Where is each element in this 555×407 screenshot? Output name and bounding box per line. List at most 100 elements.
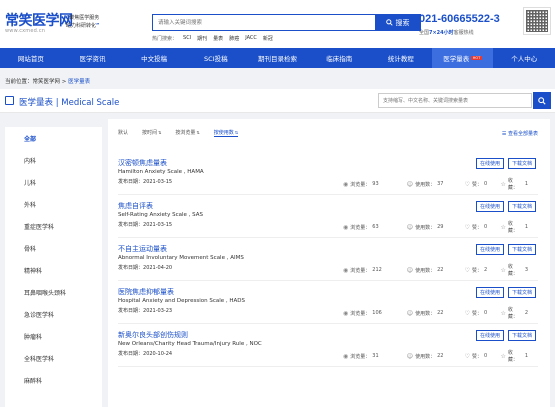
main-search-input[interactable] — [153, 15, 376, 30]
favs-label: 收藏： — [507, 178, 518, 191]
hot-term[interactable]: JACC — [245, 35, 257, 42]
hot-term[interactable]: SCI — [183, 35, 191, 42]
hot-label: 热门搜索： — [152, 36, 178, 42]
like-count[interactable]: ♡ 赞： 0 — [465, 220, 491, 234]
scale-english-name: Hamilton Anxiety Scale , HAMA — [118, 169, 204, 175]
hot-term[interactable]: 新冠 — [263, 35, 273, 42]
like-count[interactable]: ♡ 赞： 0 — [465, 177, 491, 191]
scale-search-input[interactable] — [379, 94, 529, 107]
download-doc-button[interactable]: 下载文档 — [508, 158, 536, 169]
sidebar-item-pediatrics[interactable]: 儿科 — [5, 171, 102, 193]
sidebar-item-oncology[interactable]: 肿瘤科 — [5, 325, 102, 347]
hot-term[interactable]: 量表 — [213, 35, 223, 42]
sidebar-item-general[interactable]: 全科医学科 — [5, 347, 102, 369]
download-doc-button[interactable]: 下载文档 — [508, 287, 536, 298]
uses-label: 使用数： — [415, 267, 436, 274]
view-all-label: 查看全部量表 — [507, 131, 538, 137]
scale-search-button[interactable] — [533, 92, 551, 109]
scale-stats: ◉ 浏览量： 63 ☺ 使用数： 29 ♡ 赞： 0 ☆ 收藏： 1 — [343, 220, 538, 234]
favs-label: 收藏： — [507, 221, 518, 234]
eye-icon: ◉ — [343, 309, 349, 317]
scale-item: 新奥尔良头部创伤规则 New Orleans/Charity Head Trau… — [118, 330, 538, 367]
view-all-link[interactable]: ☰ 查看全部量表 — [502, 130, 538, 137]
breadcrumb-prefix: 当前位置： — [5, 79, 33, 85]
nav-item-home[interactable]: 网站首页 — [0, 48, 62, 68]
sidebar-item-surgery[interactable]: 外科 — [5, 193, 102, 215]
sort-uses[interactable]: 按使用数⇅ — [213, 129, 239, 137]
sidebar-item-orthopedics[interactable]: 骨科 — [5, 237, 102, 259]
views-value: 106 — [372, 310, 382, 316]
fav-count[interactable]: ☆ 收藏： 2 — [501, 306, 528, 320]
breadcrumb-current[interactable]: 医学量表 — [68, 79, 90, 85]
star-icon: ☆ — [500, 352, 506, 360]
online-use-button[interactable]: 在线使用 — [476, 201, 504, 212]
fav-count[interactable]: ☆ 收藏： 3 — [501, 263, 528, 277]
nav-item-sci-submission[interactable]: SCI投稿 — [185, 48, 247, 68]
online-use-button[interactable]: 在线使用 — [476, 330, 504, 341]
online-use-button[interactable]: 在线使用 — [476, 287, 504, 298]
hot-badge: HOT — [471, 56, 482, 60]
fav-count[interactable]: ☆ 收藏： 1 — [501, 349, 528, 363]
scale-title[interactable]: 汉密顿焦虑量表 — [118, 158, 167, 168]
sidebar-item-anesthesia[interactable]: 麻醉科 — [5, 369, 102, 391]
fav-count[interactable]: ☆ 收藏： 1 — [501, 177, 528, 191]
nav-item-guidelines[interactable]: 临床指南 — [308, 48, 370, 68]
sidebar-item-internal[interactable]: 内科 — [5, 149, 102, 171]
scale-title[interactable]: 焦虑自评表 — [118, 201, 153, 211]
nav-item-medical-scale[interactable]: 医学量表 HOT — [431, 48, 494, 68]
hot-term[interactable]: 期刊 — [197, 35, 207, 42]
hot-term[interactable]: 肺癌 — [229, 35, 239, 42]
qr-code — [523, 7, 551, 35]
hotline-post: 客服热线 — [453, 30, 474, 36]
nav-item-statistics[interactable]: 统计教程 — [370, 48, 432, 68]
likes-label: 赞： — [472, 181, 483, 188]
view-count: ◉ 浏览量： 63 — [343, 220, 397, 234]
like-count[interactable]: ♡ 赞： 2 — [465, 263, 491, 277]
online-use-button[interactable]: 在线使用 — [476, 244, 504, 255]
nav-item-user-center[interactable]: 个人中心 — [493, 48, 555, 68]
sidebar-item-emergency[interactable]: 急诊医学科 — [5, 303, 102, 325]
scale-stats: ◉ 浏览量： 93 ☺ 使用数： 37 ♡ 赞： 0 ☆ 收藏： 1 — [343, 177, 538, 191]
sort-arrow-icon: ⇅ — [234, 130, 239, 135]
page-title-bar: 医学量表 | Medical Scale — [0, 89, 555, 113]
site-logo[interactable]: 常笑医学网 — [5, 10, 73, 30]
sidebar-item-all[interactable]: 全部 — [5, 127, 102, 149]
scale-title[interactable]: 不自主运动量表 — [118, 244, 167, 254]
nav-label: 个人中心 — [511, 55, 538, 63]
scale-icon — [5, 96, 14, 105]
user-icon: ☺ — [406, 180, 414, 188]
nav-label: SCI投稿 — [204, 55, 228, 63]
download-doc-button[interactable]: 下载文档 — [508, 244, 536, 255]
nav-label: 网站首页 — [17, 55, 44, 63]
nav-item-journal-search[interactable]: 期刊目录检索 — [247, 48, 309, 68]
sort-default[interactable]: 默认 — [118, 129, 128, 137]
main-search-button[interactable]: 搜索 — [375, 15, 420, 30]
views-value: 63 — [372, 224, 379, 230]
download-doc-button[interactable]: 下载文档 — [508, 201, 536, 212]
page-title: 医学量表 | Medical Scale — [19, 98, 120, 108]
department-sidebar: 全部 内科 儿科 外科 重症医学科 骨科 精神科 耳鼻咽喉头颈科 急诊医学科 肿… — [5, 127, 102, 407]
fav-count[interactable]: ☆ 收藏： 1 — [501, 220, 528, 234]
sort-views[interactable]: 按浏览量⇅ — [175, 129, 199, 137]
favs-label: 收藏： — [507, 264, 518, 277]
scale-english-name: New Orleans/Charity Head Trauma/Injury R… — [118, 341, 262, 347]
date-label: 发布日期： — [118, 265, 144, 271]
like-count[interactable]: ♡ 赞： 0 — [465, 349, 491, 363]
use-count: ☺ 使用数： 22 — [407, 306, 455, 320]
sidebar-item-icu[interactable]: 重症医学科 — [5, 215, 102, 237]
download-doc-button[interactable]: 下载文档 — [508, 330, 536, 341]
sidebar-item-psychiatry[interactable]: 精神科 — [5, 259, 102, 281]
scale-stats: ◉ 浏览量： 106 ☺ 使用数： 22 ♡ 赞： 0 ☆ 收藏： 2 — [343, 306, 538, 320]
scale-english-name: Self-Rating Anxiety Scale , SAS — [118, 212, 203, 218]
online-use-button[interactable]: 在线使用 — [476, 158, 504, 169]
search-icon — [385, 19, 393, 26]
scale-title[interactable]: 医院焦虑抑郁量表 — [118, 287, 174, 297]
nav-item-news[interactable]: 医学资讯 — [62, 48, 124, 68]
scale-title[interactable]: 新奥尔良头部创伤规则 — [118, 330, 188, 340]
sidebar-item-ent[interactable]: 耳鼻咽喉头颈科 — [5, 281, 102, 303]
sort-time[interactable]: 按时间⇅ — [142, 129, 161, 137]
nav-item-cn-submission[interactable]: 中文投稿 — [123, 48, 185, 68]
main-search: 搜索 — [152, 14, 421, 31]
like-count[interactable]: ♡ 赞： 0 — [465, 306, 491, 320]
breadcrumb-home[interactable]: 常笑医学网 — [33, 79, 61, 85]
